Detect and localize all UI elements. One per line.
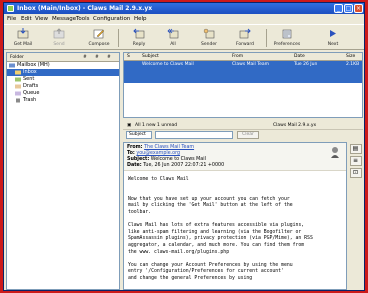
maximize-button[interactable]: □ — [344, 4, 353, 13]
folder-item-queue[interactable]: Queue — [7, 90, 119, 97]
message-view: From: The Claws Mail Team To: you@exampl… — [123, 142, 347, 290]
send-button[interactable]: Send — [42, 27, 76, 49]
next-button[interactable]: Next — [316, 27, 350, 49]
folder-item-sent[interactable]: Sent — [7, 76, 119, 83]
forward-button[interactable]: Forward — [228, 27, 262, 49]
message-side-toolbar: ▤ ≡ ⊡ — [348, 142, 363, 202]
folder-item-inbox[interactable]: Inbox — [7, 69, 119, 76]
drafts-icon — [15, 84, 21, 89]
column-subject[interactable]: Subject — [142, 54, 159, 59]
mime-text-icon[interactable]: ≡ — [349, 156, 362, 166]
search-type-select[interactable]: Subject — [126, 131, 152, 139]
reply-all-icon — [167, 28, 179, 39]
preferences-icon — [282, 29, 292, 39]
close-button[interactable]: × — [354, 4, 363, 13]
column-from[interactable]: From — [232, 54, 243, 59]
get-mail-icon — [17, 28, 29, 39]
menu-tools[interactable]: Tools — [76, 16, 90, 22]
status-summary-bar: ▣ All 1 new 1 unread Claws Mail 2.9.x.yx — [123, 121, 363, 130]
message-row[interactable]: Welcome to Claws Mail Claws Mail Team Tu… — [124, 61, 362, 83]
header-from: From: The Claws Mail Team — [127, 145, 195, 150]
menu-edit[interactable]: Edit — [21, 16, 32, 22]
quicksearch-toggle-icon[interactable]: ▣ — [127, 123, 131, 128]
sender-face-icon — [331, 147, 339, 158]
reply-button[interactable]: Reply — [122, 27, 156, 49]
folder-tree-header: Folder # # # — [7, 53, 119, 62]
header-to: To: you@example.org — [127, 151, 181, 156]
header-subject: Subject: Welcome to Claws Mail — [127, 157, 206, 162]
inbox-icon — [15, 70, 21, 75]
quick-search-bar: Subject Clear — [123, 130, 363, 141]
forward-icon — [239, 28, 251, 39]
menu-bar: File Edit View Message Tools Configurati… — [4, 14, 364, 24]
folder-item-drafts[interactable]: Drafts — [7, 83, 119, 90]
minimize-button[interactable]: _ — [334, 4, 343, 13]
message-list: S Subject From Date Size Welcome to Claw… — [123, 52, 363, 118]
reply-all-button[interactable]: All — [156, 27, 190, 49]
main-toolbar: Get Mail Send Compose Reply All Sender F… — [4, 24, 364, 50]
message-list-header: S Subject From Date Size — [124, 53, 362, 61]
summary-status-right: Claws Mail 2.9.x.yx — [273, 123, 317, 128]
summary-status-left: All 1 new 1 unread — [135, 123, 178, 128]
reply-sender-button[interactable]: Sender — [192, 27, 226, 49]
mime-part-icon[interactable]: ⊡ — [349, 168, 362, 178]
toolbar-separator — [266, 29, 267, 47]
app-icon — [7, 5, 14, 12]
mailbox-icon — [9, 63, 15, 68]
reply-sender-icon — [203, 28, 215, 39]
search-input[interactable] — [155, 131, 233, 139]
column-status[interactable]: S — [127, 54, 130, 59]
compose-button[interactable]: Compose — [82, 27, 116, 49]
folder-item-mailbox[interactable]: Mailbox (MH) — [7, 62, 119, 69]
send-icon — [53, 28, 65, 39]
header-date: Date: Tue, 26 Jun 2007 22:07:21 +0000 — [127, 163, 225, 168]
message-headers: From: The Claws Mail Team To: you@exampl… — [124, 143, 346, 171]
queue-icon — [15, 91, 21, 96]
next-icon — [330, 30, 336, 37]
sent-icon — [15, 77, 21, 82]
column-date[interactable]: Date — [294, 54, 305, 59]
folder-tree: Folder # # # Mailbox (MH) Inbox Sent Dra… — [6, 52, 120, 290]
get-mail-button[interactable]: Get Mail — [6, 27, 40, 49]
window-title: Inbox (Main/Inbox) - Claws Mail 2.9.x.yx — [17, 5, 153, 12]
compose-icon — [93, 29, 105, 39]
folder-item-trash[interactable]: Trash — [7, 97, 119, 104]
menu-view[interactable]: View — [35, 16, 48, 22]
reply-icon — [133, 28, 145, 39]
column-size[interactable]: Size — [346, 54, 355, 59]
title-bar[interactable]: Inbox (Main/Inbox) - Claws Mail 2.9.x.yx… — [4, 3, 364, 14]
toolbar-separator — [118, 29, 119, 47]
menu-configuration[interactable]: Configuration — [93, 16, 130, 22]
attachment-icon[interactable]: ▤ — [349, 144, 362, 154]
trash-icon — [16, 98, 20, 103]
menu-message[interactable]: Message — [52, 16, 76, 22]
preferences-button[interactable]: Preferences — [270, 27, 304, 49]
menu-help[interactable]: Help — [134, 16, 147, 22]
claws-mail-window: Inbox (Main/Inbox) - Claws Mail 2.9.x.yx… — [3, 2, 365, 291]
menu-file[interactable]: File — [7, 16, 16, 22]
clear-search-button[interactable]: Clear — [237, 131, 259, 139]
message-body: Welcome to Claws Mail Now that you have … — [128, 177, 313, 281]
